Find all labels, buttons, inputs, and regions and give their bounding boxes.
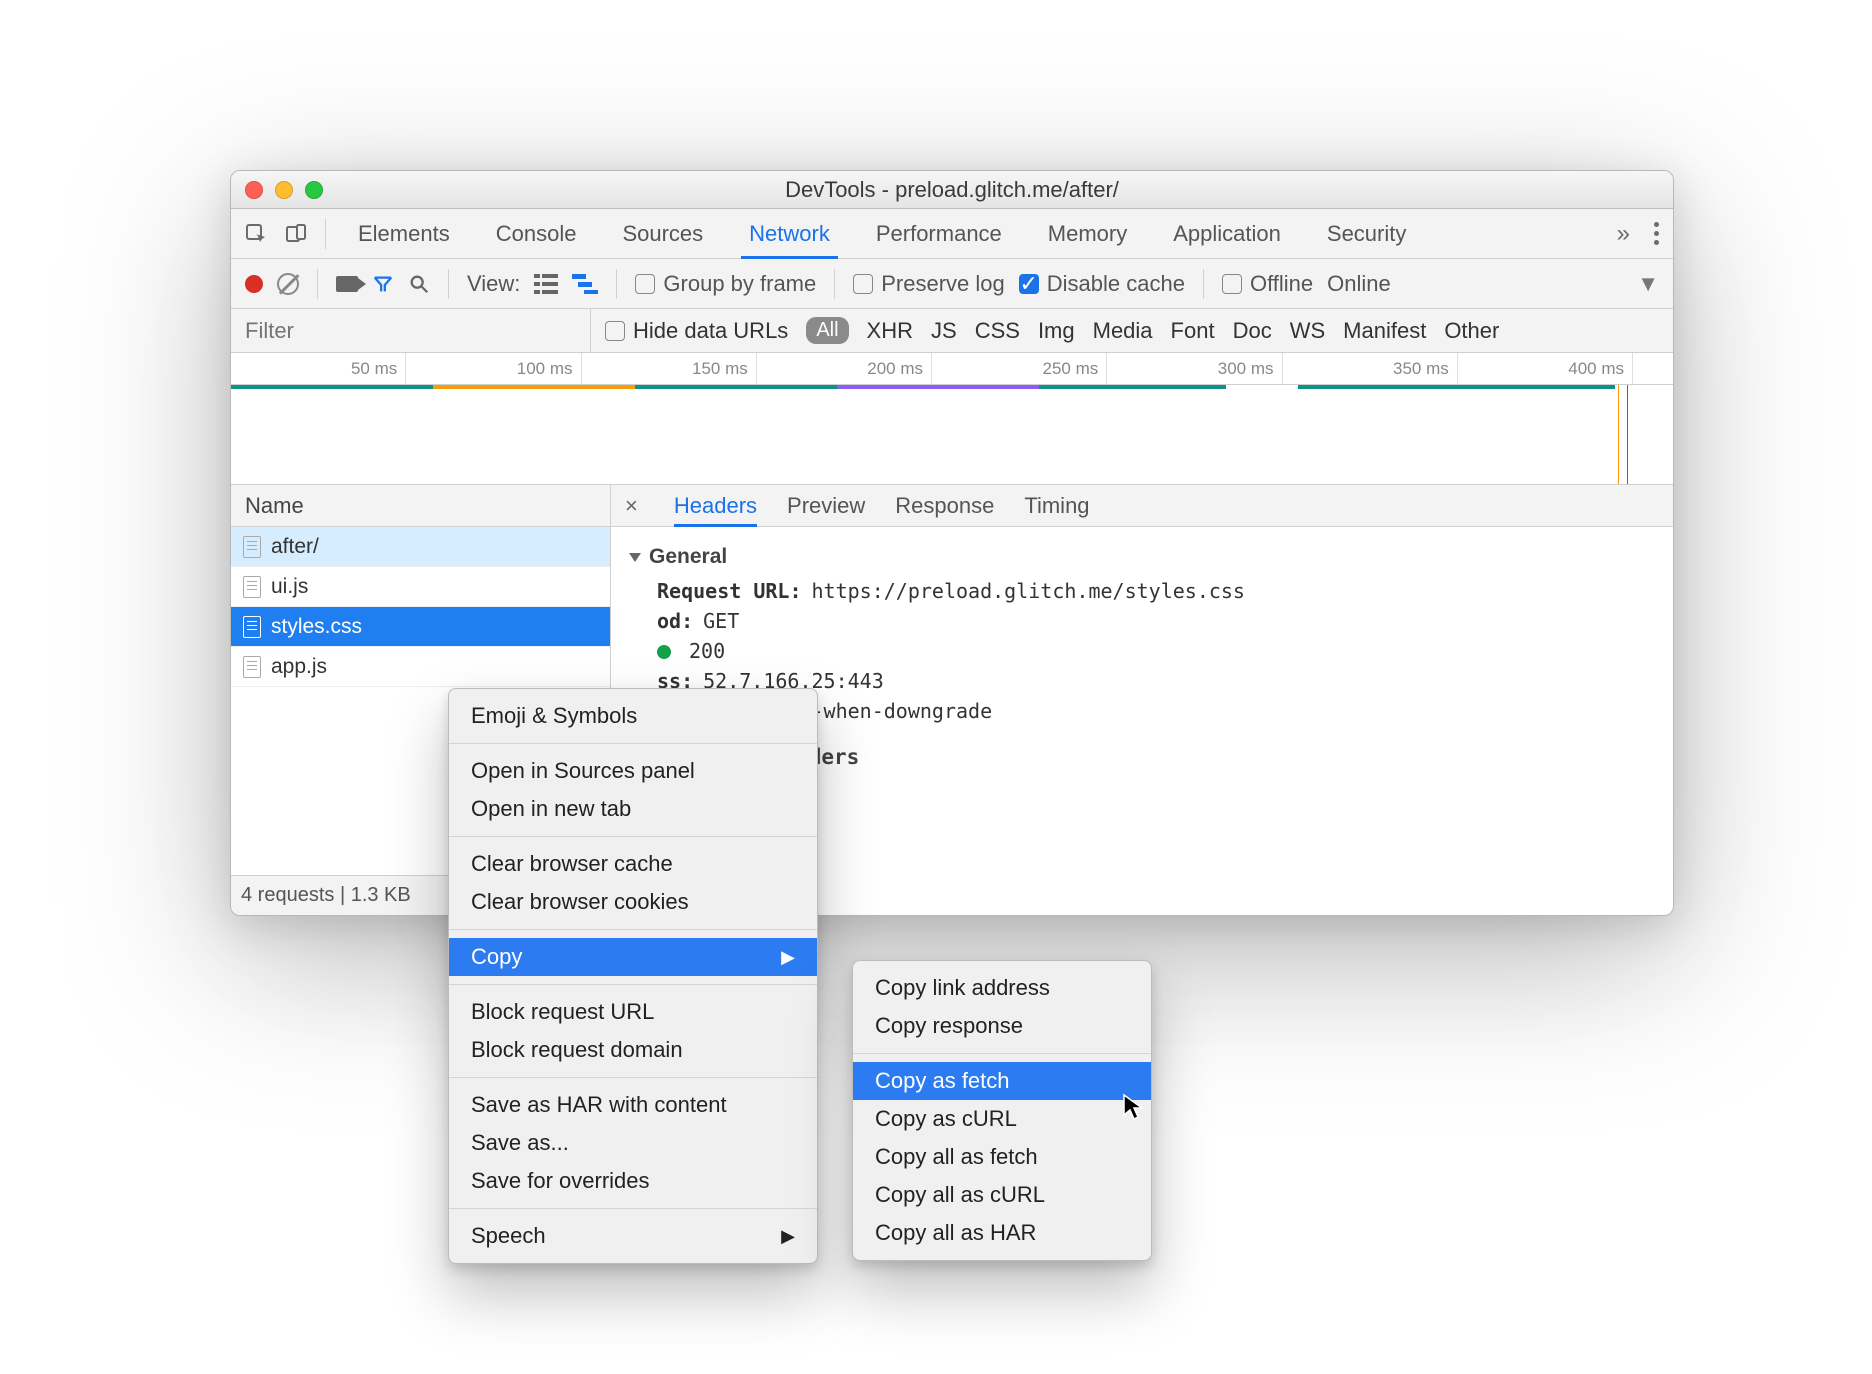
filter-input[interactable]	[231, 309, 591, 352]
tab-console[interactable]: Console	[476, 209, 597, 258]
document-icon	[243, 536, 261, 558]
device-toggle-icon[interactable]	[279, 217, 313, 251]
type-manifest[interactable]: Manifest	[1343, 318, 1426, 344]
type-xhr[interactable]: XHR	[867, 318, 913, 344]
tab-security[interactable]: Security	[1307, 209, 1426, 258]
document-icon	[243, 656, 261, 678]
request-method: od: GET	[657, 609, 1655, 633]
window-minimize-button[interactable]	[275, 181, 293, 199]
type-ws[interactable]: WS	[1290, 318, 1325, 344]
detail-tab-response[interactable]: Response	[895, 485, 994, 526]
status-code: 200	[657, 639, 1655, 663]
more-tabs-icon[interactable]: »	[1617, 220, 1630, 248]
tab-sources[interactable]: Sources	[602, 209, 723, 258]
request-list-header[interactable]: Name	[231, 485, 610, 527]
menu-save-overrides[interactable]: Save for overrides	[449, 1162, 817, 1200]
network-toolbar: View: Group by frame Preserve log ✓Disab…	[231, 259, 1673, 309]
offline-checkbox[interactable]: Offline	[1222, 271, 1313, 297]
menu-speech[interactable]: Speech ▶	[449, 1217, 817, 1255]
menu-open-new-tab[interactable]: Open in new tab	[449, 790, 817, 828]
window-close-button[interactable]	[245, 181, 263, 199]
clear-button[interactable]	[277, 273, 299, 295]
menu-copy-all-curl[interactable]: Copy all as cURL	[853, 1176, 1151, 1214]
request-url: Request URL: https://preload.glitch.me/s…	[657, 579, 1655, 603]
request-row[interactable]: after/	[231, 527, 610, 567]
status-dot-icon	[657, 645, 671, 659]
menu-copy-all-fetch[interactable]: Copy all as fetch	[853, 1138, 1151, 1176]
detail-tabs: × Headers Preview Response Timing	[611, 485, 1673, 527]
type-css[interactable]: CSS	[975, 318, 1020, 344]
menu-open-sources[interactable]: Open in Sources panel	[449, 752, 817, 790]
submenu-arrow-icon: ▶	[781, 1226, 795, 1247]
request-row[interactable]: app.js	[231, 647, 610, 687]
tab-elements[interactable]: Elements	[338, 209, 470, 258]
search-icon[interactable]	[408, 273, 430, 295]
menu-copy[interactable]: Copy ▶	[449, 938, 817, 976]
type-doc[interactable]: Doc	[1233, 318, 1272, 344]
menu-clear-cache[interactable]: Clear browser cache	[449, 845, 817, 883]
type-other[interactable]: Other	[1444, 318, 1499, 344]
menu-clear-cookies[interactable]: Clear browser cookies	[449, 883, 817, 921]
window-titlebar: DevTools - preload.glitch.me/after/	[231, 171, 1673, 209]
context-menu: Emoji & Symbols Open in Sources panel Op…	[448, 688, 818, 1264]
settings-kebab-icon[interactable]	[1648, 222, 1665, 245]
menu-block-url[interactable]: Block request URL	[449, 993, 817, 1031]
menu-emoji-symbols[interactable]: Emoji & Symbols	[449, 697, 817, 735]
request-row[interactable]: ui.js	[231, 567, 610, 607]
type-font[interactable]: Font	[1171, 318, 1215, 344]
general-section[interactable]: General	[629, 545, 1655, 569]
tab-performance[interactable]: Performance	[856, 209, 1022, 258]
menu-copy-link[interactable]: Copy link address	[853, 969, 1151, 1007]
group-by-frame-checkbox[interactable]: Group by frame	[635, 271, 816, 297]
type-media[interactable]: Media	[1093, 318, 1153, 344]
hide-data-urls-checkbox[interactable]: Hide data URLs	[605, 318, 788, 344]
disable-cache-checkbox[interactable]: ✓Disable cache	[1019, 271, 1185, 297]
record-button[interactable]	[245, 275, 263, 293]
tab-network[interactable]: Network	[729, 209, 850, 258]
filter-row: Hide data URLs All XHR JS CSS Img Media …	[231, 309, 1673, 353]
view-waterfall-icon[interactable]	[572, 274, 598, 294]
detail-tab-preview[interactable]: Preview	[787, 485, 865, 526]
menu-copy-all-har[interactable]: Copy all as HAR	[853, 1214, 1151, 1252]
inspect-element-icon[interactable]	[239, 217, 273, 251]
document-icon	[243, 576, 261, 598]
devtools-tabs: Elements Console Sources Network Perform…	[231, 209, 1673, 259]
type-js[interactable]: JS	[931, 318, 957, 344]
document-icon	[243, 616, 261, 638]
view-label: View:	[467, 271, 520, 297]
online-label[interactable]: Online	[1327, 271, 1391, 297]
disclosure-triangle-icon	[629, 553, 641, 562]
window-zoom-button[interactable]	[305, 181, 323, 199]
request-row[interactable]: styles.css	[231, 607, 610, 647]
menu-save-har[interactable]: Save as HAR with content	[449, 1086, 817, 1124]
timeline-ruler[interactable]: 50 ms 100 ms 150 ms 200 ms 250 ms 300 ms…	[231, 353, 1673, 385]
menu-copy-as-curl[interactable]: Copy as cURL	[853, 1100, 1151, 1138]
submenu-arrow-icon: ▶	[781, 947, 795, 968]
copy-submenu: Copy link address Copy response Copy as …	[852, 960, 1152, 1261]
devtools-window: DevTools - preload.glitch.me/after/ Elem…	[230, 170, 1674, 916]
timeline-overview[interactable]	[231, 385, 1673, 485]
menu-block-domain[interactable]: Block request domain	[449, 1031, 817, 1069]
filter-toggle-icon[interactable]	[372, 273, 394, 295]
type-all[interactable]: All	[806, 317, 848, 344]
detail-tab-timing[interactable]: Timing	[1024, 485, 1089, 526]
tab-memory[interactable]: Memory	[1028, 209, 1147, 258]
tab-application[interactable]: Application	[1153, 209, 1301, 258]
view-large-icon[interactable]	[534, 274, 558, 294]
window-title: DevTools - preload.glitch.me/after/	[231, 177, 1673, 203]
close-detail-icon[interactable]: ×	[625, 493, 644, 519]
throttling-dropdown-icon[interactable]: ▼	[1637, 271, 1659, 297]
screenshot-icon[interactable]	[336, 276, 358, 292]
preserve-log-checkbox[interactable]: Preserve log	[853, 271, 1005, 297]
menu-save-as[interactable]: Save as...	[449, 1124, 817, 1162]
type-img[interactable]: Img	[1038, 318, 1075, 344]
menu-copy-as-fetch[interactable]: Copy as fetch	[853, 1062, 1151, 1100]
detail-tab-headers[interactable]: Headers	[674, 485, 757, 526]
menu-copy-response[interactable]: Copy response	[853, 1007, 1151, 1045]
